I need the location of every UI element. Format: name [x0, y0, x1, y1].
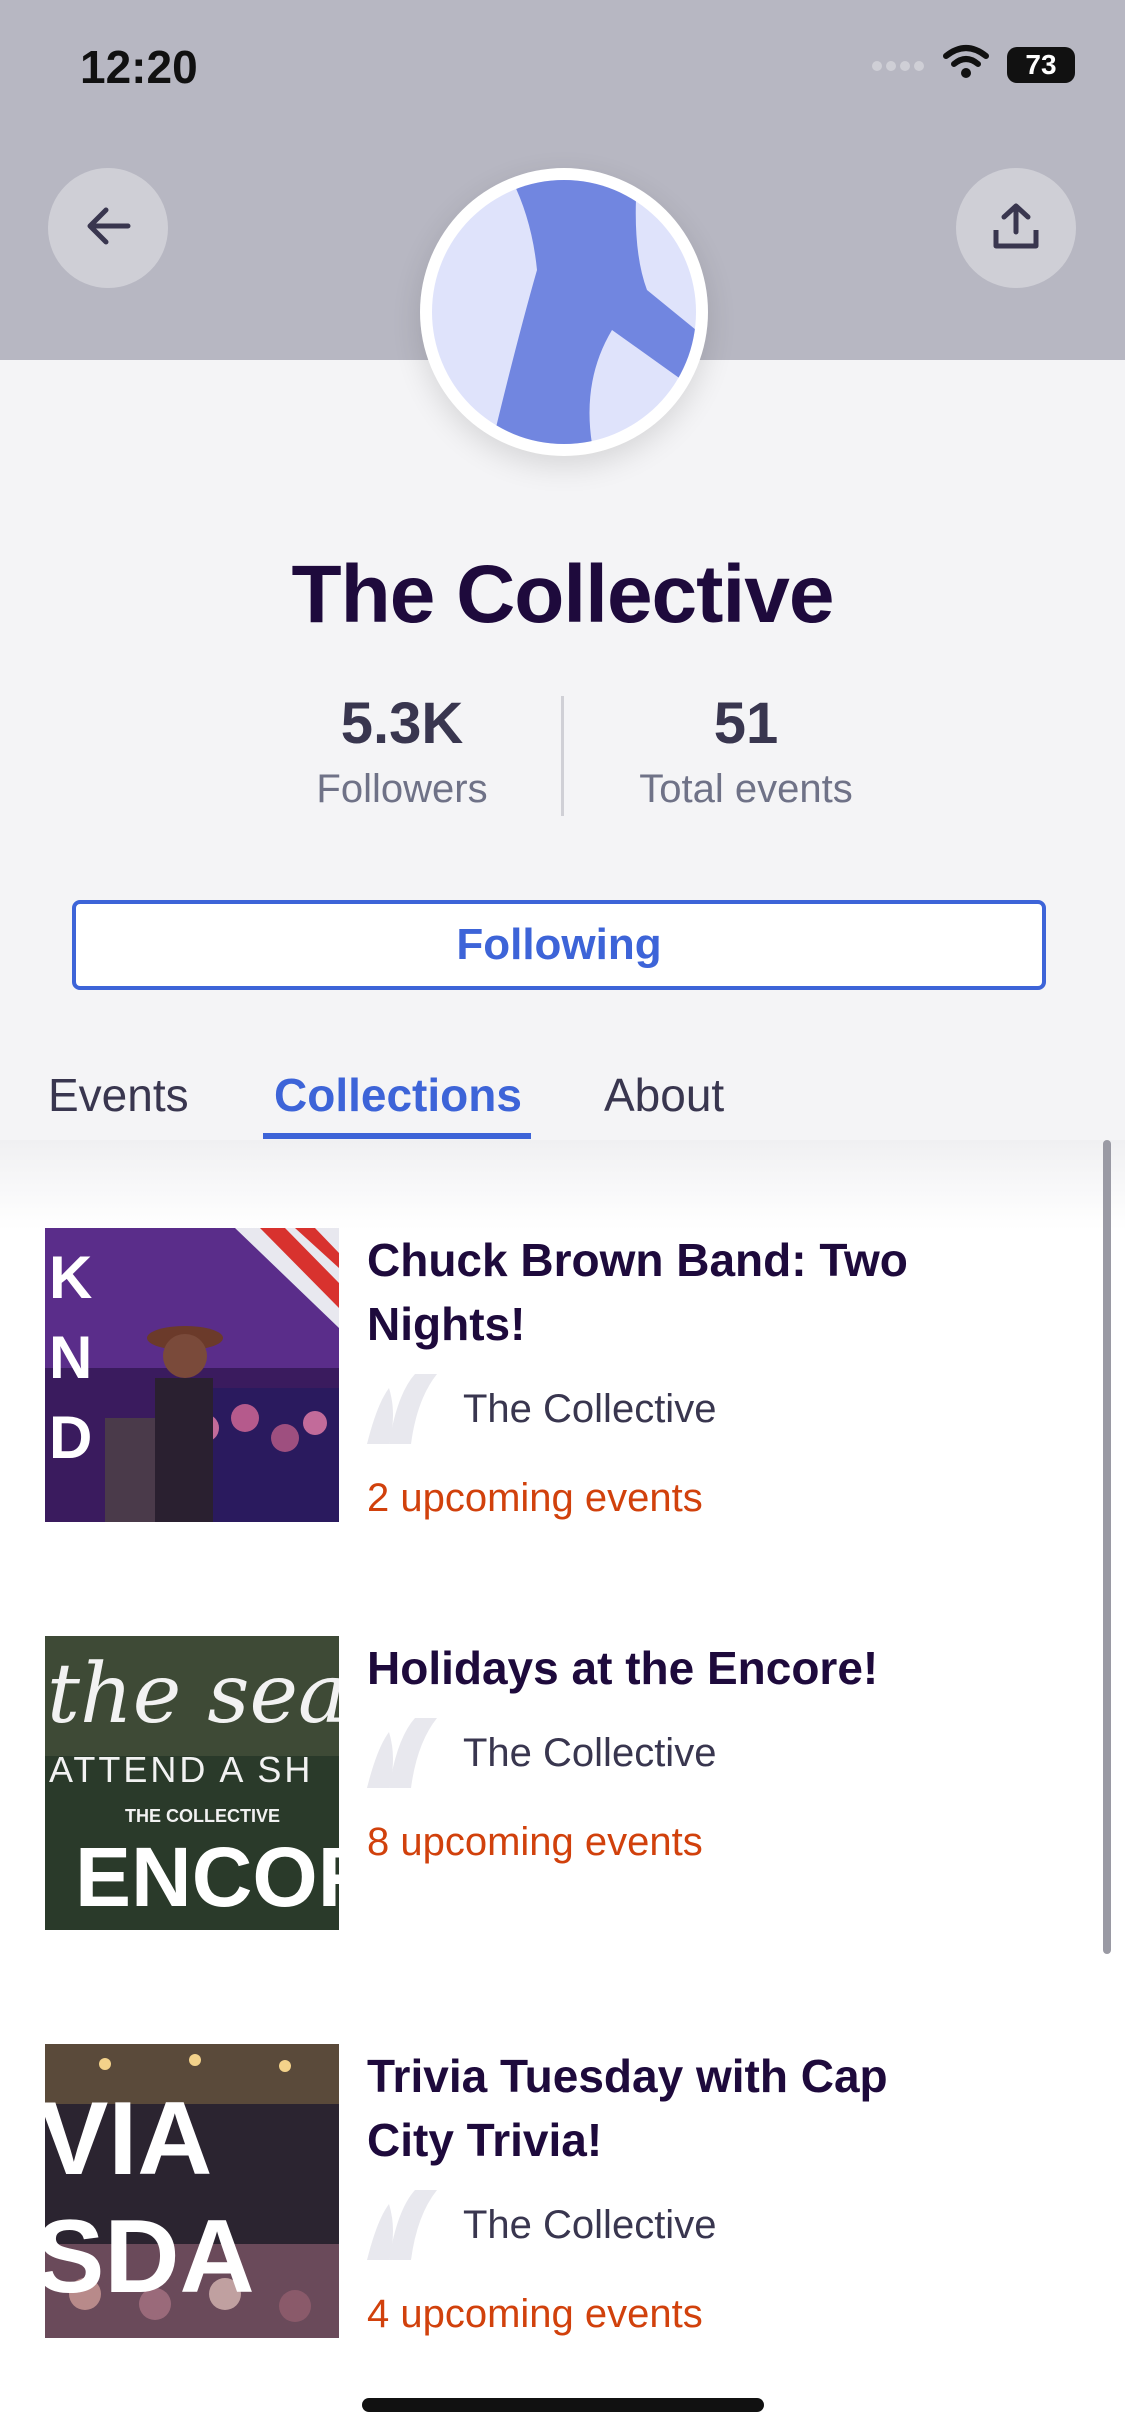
organizer-row: The Collective [367, 1718, 716, 1788]
back-button[interactable] [48, 168, 168, 288]
collection-thumbnail: VIA SDA [45, 2044, 339, 2338]
events-count: 51 [713, 691, 779, 756]
share-upload-icon [990, 200, 1042, 257]
organizer-logo-icon [367, 1374, 437, 1444]
organizer-logo-icon [367, 1718, 437, 1788]
status-icons: 73 [871, 44, 1075, 85]
collection-title: Chuck Brown Band: Two Nights! [367, 1234, 908, 1350]
thumb-text: VIA [45, 2081, 212, 2197]
followers-stat: 5.3K Followers [232, 690, 572, 812]
organizer-row: The Collective [367, 2190, 716, 2260]
thumb-letter: D [49, 1404, 92, 1471]
upcoming-count: 2 upcoming events [367, 1476, 703, 1520]
tab-events[interactable]: Events [48, 1050, 189, 1140]
collection-title: Trivia Tuesday with Cap City Trivia! [367, 2050, 888, 2166]
organizer-logo-image [432, 180, 696, 444]
followers-count: 5.3K [340, 691, 464, 756]
thumb-text: SDA [45, 2199, 255, 2315]
thumb-text: THE COLLECTIVE [125, 1806, 280, 1826]
organizer-name: The Collective [291, 549, 835, 640]
organizer-row: The Collective [367, 1374, 716, 1444]
collection-thumbnail: the sea ATTEND A SH THE COLLECTIVE ENCOR… [45, 1636, 339, 1930]
tab-collections[interactable]: Collections [274, 1050, 522, 1140]
thumb-text: ATTEND A SH [49, 1749, 313, 1790]
thumb-letter: K [49, 1244, 92, 1311]
wifi-icon [943, 44, 989, 85]
thumb-text: the sea [47, 1647, 339, 1742]
thumb-letter: N [49, 1324, 92, 1391]
following-button[interactable]: Following [72, 900, 1046, 990]
organizer-name-small: The Collective [463, 2202, 717, 2247]
collection-card[interactable]: K N D Chuck Brown Band: Two Nights! The … [45, 1228, 1045, 1528]
battery-icon: 73 [1007, 46, 1075, 83]
upcoming-count: 4 upcoming events [367, 2292, 703, 2336]
scrollbar[interactable] [1103, 1140, 1111, 1954]
events-stat: 51 Total events [576, 690, 916, 812]
signal-icon [871, 52, 925, 77]
stat-divider [561, 696, 564, 816]
arrow-left-icon [82, 200, 134, 257]
upcoming-count: 8 upcoming events [367, 1820, 703, 1864]
followers-label: Followers [316, 767, 488, 811]
organizer-name-small: The Collective [463, 1730, 717, 1775]
organizer-avatar [420, 168, 708, 456]
thumb-text: ENCORE [75, 1830, 339, 1924]
tabs-shadow [0, 1140, 1125, 1230]
collection-title: Holidays at the Encore! [367, 1642, 879, 1694]
collection-thumbnail: K N D [45, 1228, 339, 1522]
status-time: 12:20 [80, 41, 198, 93]
events-label: Total events [639, 767, 853, 811]
share-button[interactable] [956, 168, 1076, 288]
tab-active-indicator [263, 1133, 531, 1139]
collection-card[interactable]: VIA SDA Trivia Tuesday with Cap City Tri… [45, 2044, 1045, 2344]
organizer-name-small: The Collective [463, 1386, 717, 1431]
tab-about[interactable]: About [604, 1050, 724, 1140]
home-indicator[interactable] [362, 2398, 764, 2412]
organizer-logo-icon [367, 2190, 437, 2260]
collection-card[interactable]: the sea ATTEND A SH THE COLLECTIVE ENCOR… [45, 1636, 1045, 1936]
